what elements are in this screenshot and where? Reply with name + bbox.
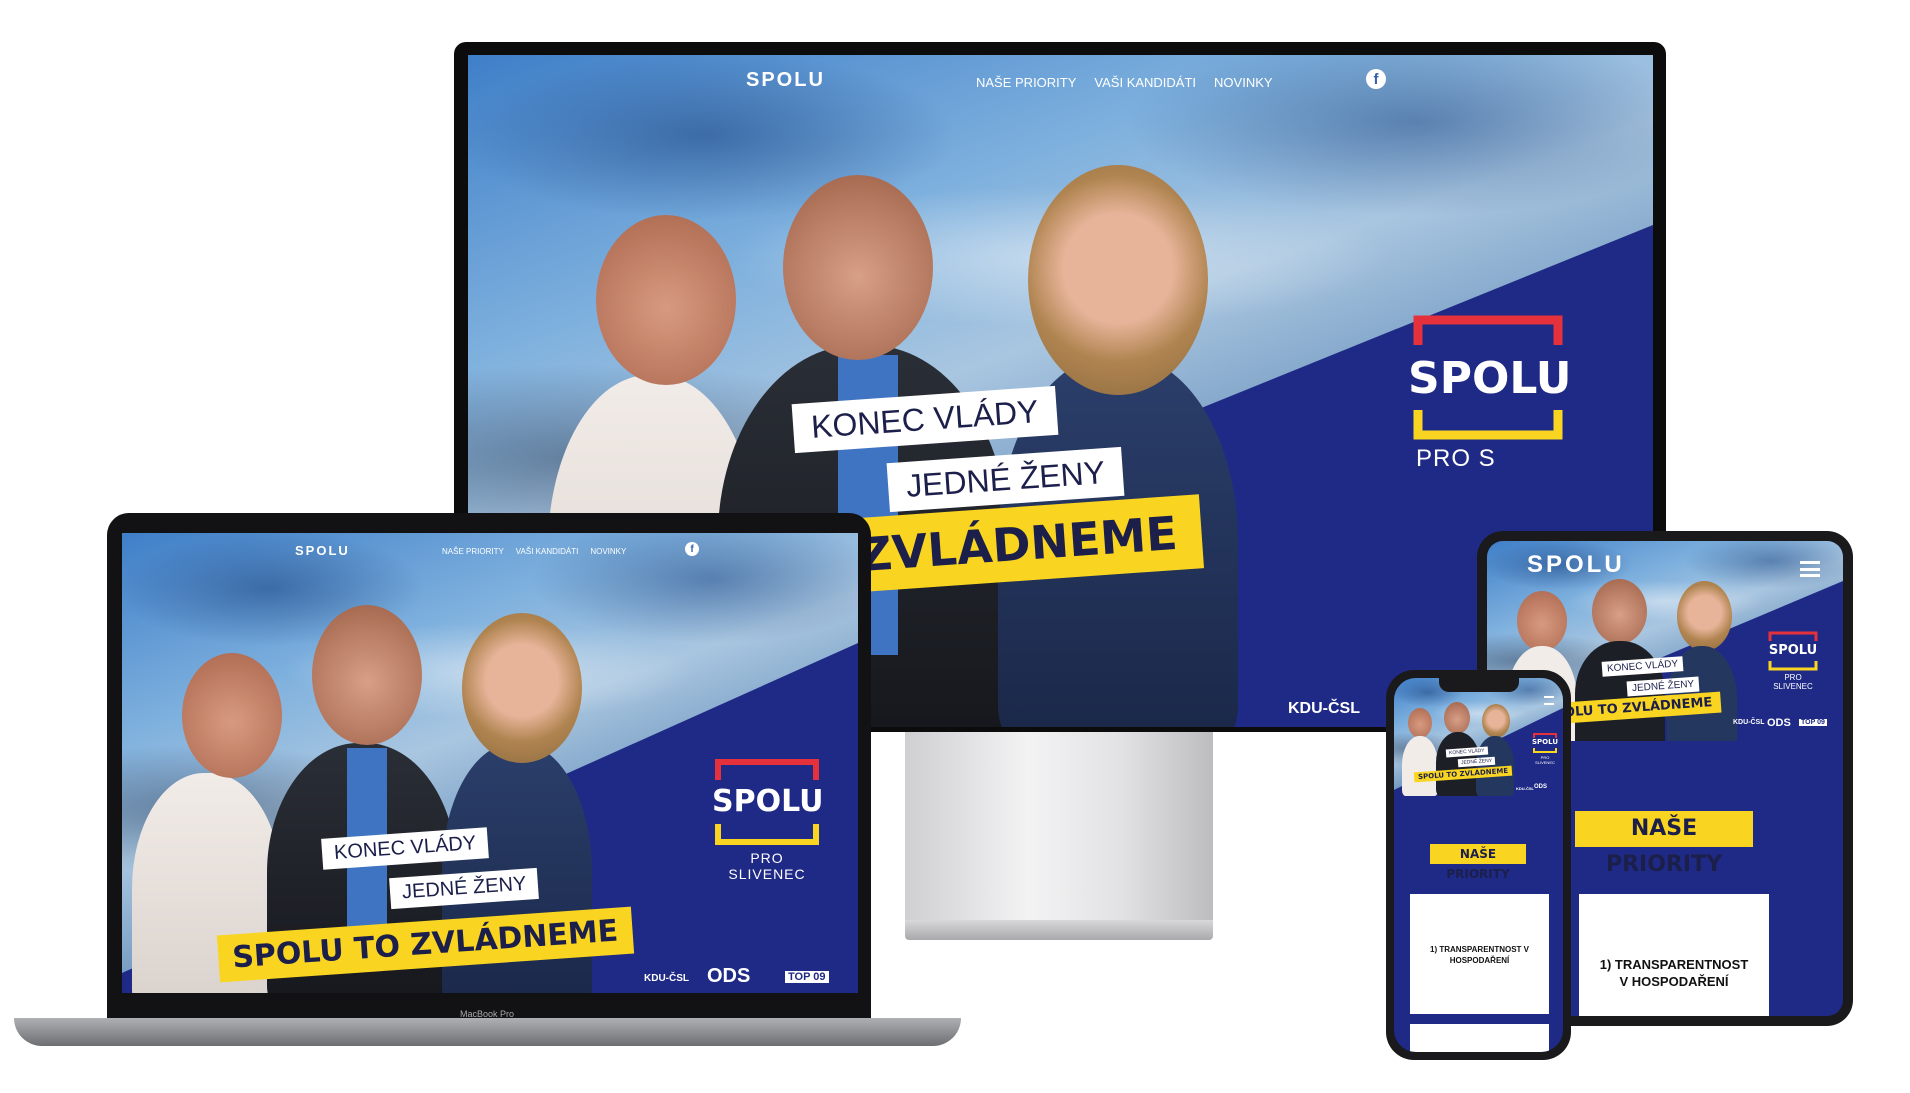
brand-sub: PRO SLIVENEC	[1535, 755, 1555, 765]
facebook-icon[interactable]: f	[685, 542, 699, 556]
partner-ods: ODS	[1534, 784, 1548, 790]
partner-kdu: KDU-ČSL	[1288, 700, 1360, 717]
brand-word: SPOLU	[712, 784, 824, 819]
laptop-label: MacBook Pro	[460, 1009, 515, 1019]
candidate-2-head	[312, 605, 422, 745]
top-navigation: SPOLU NAŠE PRIORITY VAŠI KANDIDÁTI NOVIN…	[122, 533, 858, 573]
nav-link-candidates[interactable]: VAŠI KANDIDÁTI	[1094, 75, 1196, 90]
hamburger-menu-icon[interactable]	[1800, 561, 1820, 577]
priority-card-1-text: 1) TRANSPARENTNOST V HOSPODAŘENÍ	[1599, 957, 1749, 989]
nav-link-candidates[interactable]: VAŠI KANDIDÁTI	[516, 547, 579, 556]
facebook-icon[interactable]: f	[1366, 69, 1386, 89]
candidate-3-head	[1482, 704, 1510, 738]
phone-hero: KONEC VLÁDY JEDNÉ ŽENY SPOLU TO ZVLÁDNEM…	[1394, 678, 1563, 796]
candidate-1-head	[1517, 591, 1567, 651]
brand-sub: PRO SLIVENEC	[1773, 673, 1813, 691]
priority-card-2[interactable]	[1410, 1024, 1549, 1052]
nav-logo[interactable]: SPOLU	[295, 543, 350, 558]
candidate-2-head	[783, 175, 933, 360]
candidate-2-head	[1592, 579, 1647, 644]
partner-top09: TOP 09	[1799, 719, 1827, 726]
priorities-heading: NAŠE PRIORITY	[1430, 844, 1526, 881]
phone-notch	[1439, 678, 1519, 692]
priority-card-1[interactable]: 1) TRANSPARENTNOST V HOSPODAŘENÍ	[1410, 894, 1549, 1014]
partner-kdu: KDU-ČSL	[644, 973, 689, 984]
priority-card-1-text: 1) TRANSPARENTNOST V HOSPODAŘENÍ	[1430, 945, 1529, 965]
candidate-3-head	[1028, 165, 1208, 395]
candidate-1-head	[182, 653, 282, 778]
brand-sub: PRO S	[1416, 445, 1496, 472]
monitor-stand-foot	[905, 920, 1213, 940]
partner-kdu: KDU-ČSL	[1516, 786, 1534, 791]
brand-word: SPOLU	[1768, 643, 1818, 658]
nav-logo[interactable]: SPOLU	[1527, 551, 1625, 579]
laptop-base	[14, 1018, 961, 1046]
laptop-screen: SPOLU NAŠE PRIORITY VAŠI KANDIDÁTI NOVIN…	[122, 533, 858, 993]
priority-card-1[interactable]: 1) TRANSPARENTNOST V HOSPODAŘENÍ	[1579, 894, 1769, 1016]
candidate-1-head	[1408, 708, 1432, 738]
phone-screen: KONEC VLÁDY JEDNÉ ŽENY SPOLU TO ZVLÁDNEM…	[1394, 678, 1563, 1052]
spolu-brand-mark: SPOLU PRO SLIVENEC	[1767, 631, 1819, 697]
spolu-brand-mark: SPOLU PRO SLIVENEC	[1532, 733, 1558, 767]
candidate-3-head	[462, 613, 582, 763]
hamburger-menu-icon[interactable]	[1544, 696, 1554, 705]
top-navigation: SPOLU NAŠE PRIORITY VAŠI KANDIDÁTI NOVIN…	[468, 55, 1653, 105]
nav-link-priorities[interactable]: NAŠE PRIORITY	[976, 75, 1076, 90]
candidate-1	[1402, 736, 1438, 796]
priorities-heading: NAŠE PRIORITY	[1575, 811, 1753, 877]
monitor-stand	[905, 732, 1213, 932]
partner-ods: ODS	[707, 965, 751, 987]
nav-link-priorities[interactable]: NAŠE PRIORITY	[442, 547, 504, 556]
candidate-2-head	[1444, 702, 1470, 734]
spolu-brand-mark: SPOLU PRO S	[1408, 315, 1572, 515]
nav-link-news[interactable]: NOVINKY	[1214, 75, 1273, 90]
nav-link-news[interactable]: NOVINKY	[590, 547, 626, 556]
brand-sub: PRO SLIVENEC	[728, 850, 806, 882]
partner-ods: ODS	[1767, 717, 1791, 729]
brand-word: SPOLU	[1408, 353, 1572, 404]
brand-word: SPOLU	[1532, 738, 1559, 746]
partner-top09: TOP 09	[785, 971, 829, 983]
candidate-1-head	[596, 215, 736, 385]
partner-kdu: KDU-ČSL	[1733, 719, 1765, 726]
candidate-3-head	[1677, 581, 1732, 651]
nav-logo[interactable]: SPOLU	[746, 69, 825, 92]
brand-frame	[1413, 315, 1563, 440]
spolu-brand-mark: SPOLU PRO SLIVENEC	[712, 758, 824, 898]
